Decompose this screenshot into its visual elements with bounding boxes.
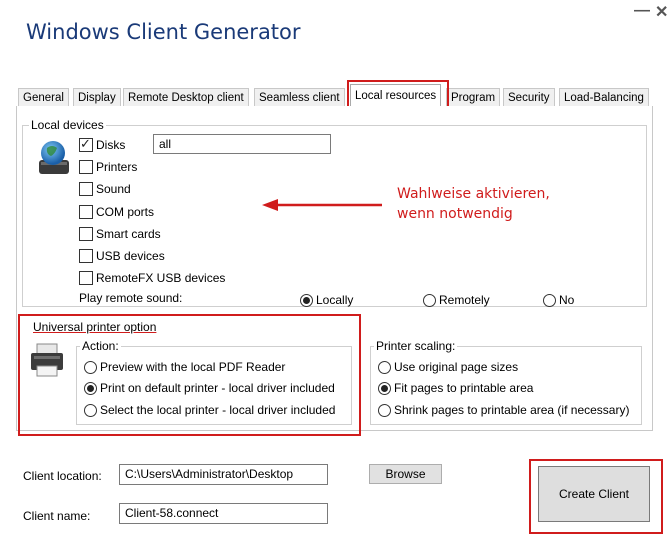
remotefx-usb-checkbox[interactable] [79, 271, 93, 285]
tab-remote-desktop-client[interactable]: Remote Desktop client [123, 88, 249, 107]
minimize-icon[interactable]: — [634, 2, 650, 20]
tab-security[interactable]: Security [503, 88, 555, 107]
sound-remotely-radio[interactable] [423, 294, 436, 307]
action-preview-radio[interactable] [84, 361, 97, 374]
sound-no-label: No [559, 293, 575, 307]
tab-display[interactable]: Display [73, 88, 121, 107]
client-location-input[interactable]: C:\Users\Administrator\Desktop [119, 464, 328, 485]
sound-label: Sound [96, 182, 131, 196]
action-print-default-radio[interactable] [84, 382, 97, 395]
scaling-shrink-radio[interactable] [378, 404, 391, 417]
printers-label: Printers [96, 160, 138, 174]
scaling-fit-radio[interactable] [378, 382, 391, 395]
com-ports-label: COM ports [96, 205, 155, 219]
client-name-input[interactable]: Client-58.connect [119, 503, 328, 524]
scaling-fit-label: Fit pages to printable area [394, 381, 534, 395]
disks-input[interactable]: all [153, 134, 331, 154]
create-client-button[interactable]: Create Client [538, 466, 650, 522]
client-name-label: Client name: [23, 509, 91, 523]
printer-icon [30, 342, 64, 378]
annotation-arrow-icon [262, 197, 384, 213]
local-devices-legend: Local devices [29, 118, 106, 132]
disks-label: Disks [96, 138, 126, 152]
printer-scaling-legend: Printer scaling: [374, 339, 458, 353]
action-select-local-label: Select the local printer - local driver … [100, 403, 336, 417]
close-icon[interactable]: ✕ [655, 2, 668, 22]
usb-devices-checkbox[interactable] [79, 249, 93, 263]
usb-devices-label: USB devices [96, 249, 165, 263]
computer-icon [37, 138, 71, 178]
printers-checkbox[interactable] [79, 160, 93, 174]
scaling-shrink-label: Shrink pages to printable area (if neces… [394, 403, 630, 417]
smart-cards-label: Smart cards [96, 227, 161, 241]
sound-checkbox[interactable] [79, 182, 93, 196]
window-title: Windows Client Generator [26, 20, 301, 44]
tab-general[interactable]: General [18, 88, 69, 107]
scaling-original-label: Use original page sizes [394, 360, 519, 374]
annotation-line-1: Wahlweise aktivieren, [397, 186, 550, 202]
action-preview-label: Preview with the local PDF Reader [100, 360, 286, 374]
disks-checkbox[interactable] [79, 136, 93, 152]
universal-printer-legend: Universal printer option [33, 320, 157, 334]
annotation-line-2: wenn notwendig [397, 206, 513, 222]
play-remote-sound-label: Play remote sound: [79, 291, 183, 305]
remotefx-usb-label: RemoteFX USB devices [96, 271, 226, 285]
sound-locally-label: Locally [316, 293, 354, 307]
action-print-default-label: Print on default printer - local driver … [100, 381, 335, 395]
browse-button[interactable]: Browse [369, 464, 442, 484]
com-ports-checkbox[interactable] [79, 205, 93, 219]
client-location-label: Client location: [23, 469, 102, 483]
smart-cards-checkbox[interactable] [79, 227, 93, 241]
action-select-local-radio[interactable] [84, 404, 97, 417]
tab-seamless-client[interactable]: Seamless client [254, 88, 345, 107]
sound-locally-radio[interactable] [300, 294, 313, 307]
sound-no-radio[interactable] [543, 294, 556, 307]
sound-remotely-label: Remotely [439, 293, 490, 307]
scaling-original-radio[interactable] [378, 361, 391, 374]
tab-program[interactable]: Program [446, 88, 501, 107]
action-legend: Action: [80, 339, 121, 353]
tab-load-balancing[interactable]: Load-Balancing [559, 88, 649, 107]
